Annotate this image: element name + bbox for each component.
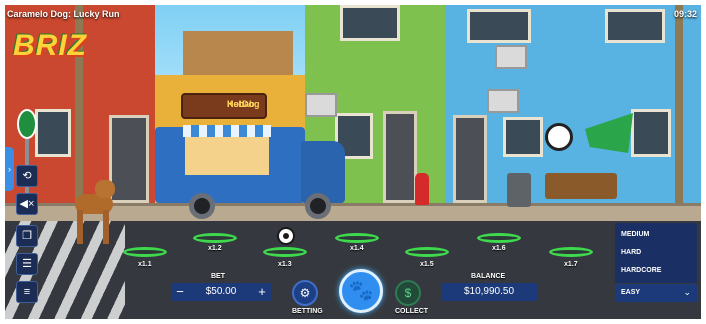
window: [35, 109, 71, 157]
money-bag-icon: $: [404, 286, 412, 300]
list-icon: ☰: [22, 258, 32, 270]
difficulty-option-hard[interactable]: HARD: [621, 249, 641, 256]
multiplier-label: x1.1: [138, 261, 152, 268]
collect-button[interactable]: $: [395, 280, 421, 306]
multiplier-label: x1.3: [278, 261, 292, 268]
chevron-right-icon: ›: [8, 164, 11, 174]
soccer-ball-icon: [277, 227, 295, 245]
coins-gear-icon: ⚙: [299, 286, 311, 300]
history-button[interactable]: ☰: [16, 253, 38, 275]
food-truck: [155, 115, 345, 219]
bet-amount: $50.00: [205, 286, 237, 297]
copy-button[interactable]: ❐: [16, 225, 38, 247]
clock: 09:32: [673, 9, 697, 19]
balance-label: BALANCE: [471, 273, 506, 280]
window: [467, 9, 531, 43]
game-title: Caramelo Dog: Lucky Run: [7, 9, 120, 19]
increase-bet-button[interactable]: +: [253, 283, 271, 301]
window: [503, 117, 543, 157]
difficulty-option-medium[interactable]: MEDIUM: [621, 231, 649, 238]
lane-step-7[interactable]: [549, 247, 593, 257]
air-conditioner: [305, 93, 337, 117]
replay-button[interactable]: ⟲: [16, 165, 38, 187]
window: [340, 5, 400, 41]
brown-building: [183, 31, 293, 75]
multiplier-label: x1.5: [420, 261, 434, 268]
trash-bin: [507, 173, 531, 207]
side-panel-expand[interactable]: ›: [5, 147, 14, 191]
soccer-ball-mural: [545, 123, 573, 151]
multiplier-label: x1.7: [564, 261, 578, 268]
game-viewport: BRIZ HotDog Kebab Caramelo Dog: Lucky Run…: [5, 5, 701, 319]
betting-button[interactable]: ⚙: [292, 280, 318, 306]
bench: [545, 173, 617, 199]
multiplier-label: x1.4: [350, 245, 364, 252]
start-sign: [17, 109, 37, 139]
door: [453, 115, 487, 203]
lane-step-3[interactable]: [263, 247, 307, 257]
air-conditioner: [495, 45, 527, 69]
menu-button[interactable]: ≡: [16, 281, 38, 303]
chevron-down-icon: ⌄: [683, 287, 691, 297]
balance-amount: $10,990.50: [441, 283, 537, 301]
bet-stepper: − $50.00 +: [171, 283, 271, 301]
difficulty-select[interactable]: EASY ⌄: [615, 284, 697, 302]
play-button[interactable]: 🐾: [339, 269, 383, 313]
truck-counter: [185, 137, 269, 175]
caramelo-dog: [67, 180, 119, 246]
lane-step-2[interactable]: [193, 233, 237, 243]
decrease-bet-button[interactable]: −: [171, 283, 189, 301]
window: [605, 9, 665, 43]
window: [631, 109, 671, 157]
lane-step-4[interactable]: [335, 233, 379, 243]
difficulty-selected-value: EASY: [621, 289, 641, 296]
multiplier-label: x1.2: [208, 245, 222, 252]
air-conditioner: [487, 89, 519, 113]
replay-icon: ⟲: [22, 170, 32, 182]
game-logo: BRIZ: [13, 29, 87, 62]
betting-label: BETTING: [292, 308, 323, 315]
mute-icon: ◀×: [19, 198, 35, 210]
menu-icon: ≡: [23, 286, 31, 298]
collect-label: COLLECT: [395, 308, 429, 315]
difficulty-dropdown-menu: MEDIUM HARD HARDCORE: [615, 223, 697, 283]
multiplier-label: x1.6: [492, 245, 506, 252]
street-pole: [675, 5, 683, 210]
bet-label: BET: [211, 273, 225, 280]
truck-wheel: [305, 193, 331, 219]
mute-button[interactable]: ◀×: [16, 193, 38, 215]
lane-step-6[interactable]: [477, 233, 521, 243]
truck-wheel: [189, 193, 215, 219]
difficulty-option-hardcore[interactable]: HARDCORE: [621, 267, 661, 274]
lane-step-5[interactable]: [405, 247, 449, 257]
copy-icon: ❐: [22, 230, 32, 242]
lane-step-1[interactable]: [123, 247, 167, 257]
door: [383, 111, 417, 203]
sign-line-2: Kebab: [227, 99, 255, 109]
paw-icon: 🐾: [348, 280, 374, 302]
fire-hydrant: [415, 173, 429, 205]
truck-awning: [183, 125, 271, 137]
